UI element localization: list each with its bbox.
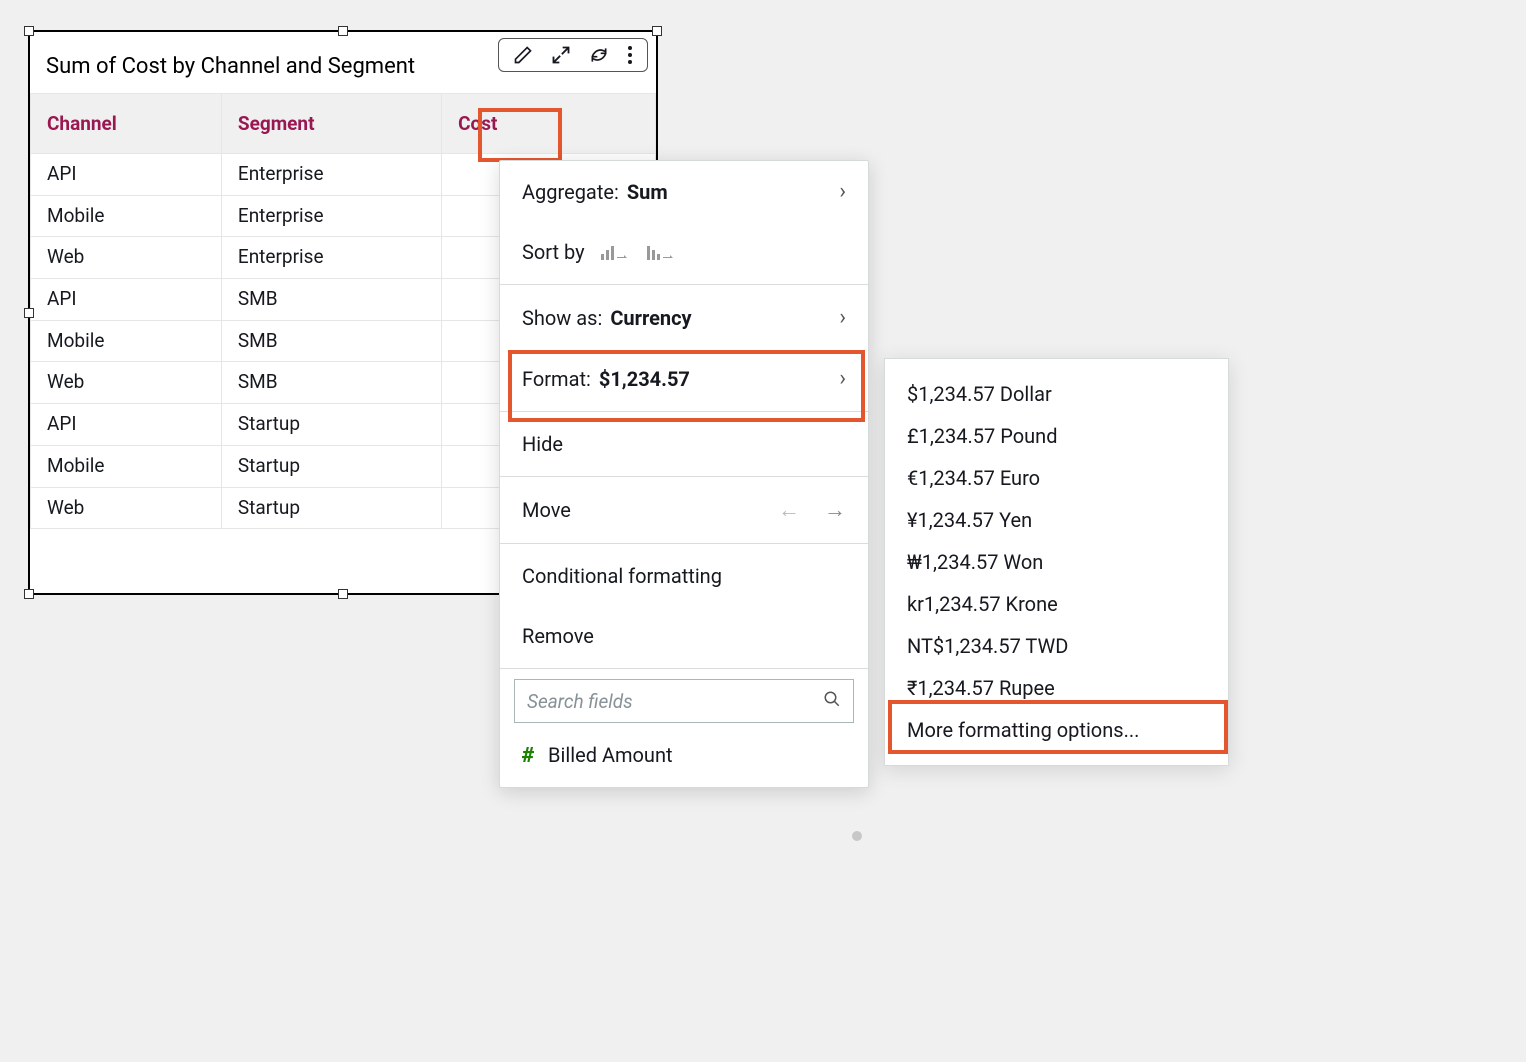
table-cell: SMB <box>221 320 441 362</box>
remove-label: Remove <box>522 624 594 648</box>
table-cell: API <box>31 404 222 446</box>
table-cell: Web <box>31 487 222 529</box>
field-label: Billed Amount <box>548 743 673 767</box>
format-option-krone[interactable]: kr1,234.57 Krone <box>885 583 1228 625</box>
menu-separator <box>500 668 868 669</box>
search-placeholder: Search fields <box>527 690 633 713</box>
table-cell: Startup <box>221 445 441 487</box>
resize-handle[interactable] <box>24 589 34 599</box>
sort-asc-icon[interactable] <box>601 242 629 262</box>
table-cell: Web <box>31 362 222 404</box>
table-cell: SMB <box>221 362 441 404</box>
table-cell: Enterprise <box>221 195 441 237</box>
arrow-left-icon[interactable]: ← <box>778 497 800 523</box>
menu-separator <box>500 543 868 544</box>
table-cell: Mobile <box>31 320 222 362</box>
table-cell: Enterprise <box>221 237 441 279</box>
chevron-right-icon: › <box>839 179 846 204</box>
format-value: $1,234.57 <box>599 367 690 391</box>
format-option-more[interactable]: More formatting options... <box>885 709 1228 751</box>
move-label: Move <box>522 498 571 522</box>
search-fields-input[interactable]: Search fields <box>514 679 854 723</box>
sortby-label: Sort by <box>522 240 585 264</box>
format-option-yen[interactable]: ¥1,234.57 Yen <box>885 499 1228 541</box>
menu-separator <box>500 476 868 477</box>
menu-separator <box>500 411 868 412</box>
menu-item-showas[interactable]: Show as: Currency › <box>500 287 868 348</box>
chevron-right-icon: › <box>839 366 846 391</box>
number-icon: # <box>522 743 534 767</box>
edit-icon[interactable] <box>513 45 533 65</box>
menu-item-aggregate[interactable]: Aggregate: Sum › <box>500 161 868 222</box>
refresh-icon[interactable] <box>589 45 609 65</box>
menu-item-format[interactable]: Format: $1,234.57 › <box>500 348 868 409</box>
more-icon[interactable] <box>627 45 633 65</box>
format-option-pound[interactable]: £1,234.57 Pound <box>885 415 1228 457</box>
expand-icon[interactable] <box>551 45 571 65</box>
chevron-right-icon: › <box>839 305 846 330</box>
column-header-channel[interactable]: Channel <box>31 94 222 154</box>
search-icon <box>823 690 841 713</box>
aggregate-label: Aggregate: <box>522 180 619 204</box>
table-cell: Mobile <box>31 195 222 237</box>
table-cell: Startup <box>221 404 441 446</box>
menu-item-hide[interactable]: Hide <box>500 414 868 474</box>
format-option-euro[interactable]: €1,234.57 Euro <box>885 457 1228 499</box>
format-option-twd[interactable]: NT$1,234.57 TWD <box>885 625 1228 667</box>
scrollbar-indicator <box>852 831 862 841</box>
table-cell: Mobile <box>31 445 222 487</box>
menu-item-move[interactable]: Move ← → <box>500 479 868 541</box>
table-cell: Startup <box>221 487 441 529</box>
arrow-right-icon[interactable]: → <box>824 497 846 523</box>
resize-handle[interactable] <box>24 308 34 318</box>
showas-value: Currency <box>610 306 691 330</box>
table-cell: API <box>31 154 222 196</box>
menu-item-conditional-formatting[interactable]: Conditional formatting <box>500 546 868 606</box>
column-header-segment[interactable]: Segment <box>221 94 441 154</box>
showas-label: Show as: <box>522 306 602 330</box>
menu-separator <box>500 284 868 285</box>
visual-toolbar <box>498 38 648 72</box>
resize-handle[interactable] <box>338 589 348 599</box>
table-cell: Web <box>31 237 222 279</box>
format-option-rupee[interactable]: ₹1,234.57 Rupee <box>885 667 1228 709</box>
field-option[interactable]: # Billed Amount <box>500 723 868 767</box>
resize-handle[interactable] <box>652 26 662 36</box>
table-cell: Enterprise <box>221 154 441 196</box>
hide-label: Hide <box>522 432 563 456</box>
table-cell: API <box>31 279 222 321</box>
format-label: Format: <box>522 367 591 391</box>
sort-desc-icon[interactable] <box>647 242 675 262</box>
condfmt-label: Conditional formatting <box>522 564 722 588</box>
format-option-dollar[interactable]: $1,234.57 Dollar <box>885 373 1228 415</box>
menu-item-remove[interactable]: Remove <box>500 606 868 666</box>
aggregate-value: Sum <box>627 180 668 204</box>
menu-item-sortby[interactable]: Sort by <box>500 222 868 282</box>
resize-handle[interactable] <box>24 26 34 36</box>
table-cell: SMB <box>221 279 441 321</box>
column-context-menu: Aggregate: Sum › Sort by Show as: Curren… <box>499 160 869 788</box>
column-header-cost[interactable]: Cost <box>442 94 656 154</box>
format-option-won[interactable]: ₩1,234.57 Won <box>885 541 1228 583</box>
resize-handle[interactable] <box>338 26 348 36</box>
format-submenu: $1,234.57 Dollar £1,234.57 Pound €1,234.… <box>884 358 1229 766</box>
